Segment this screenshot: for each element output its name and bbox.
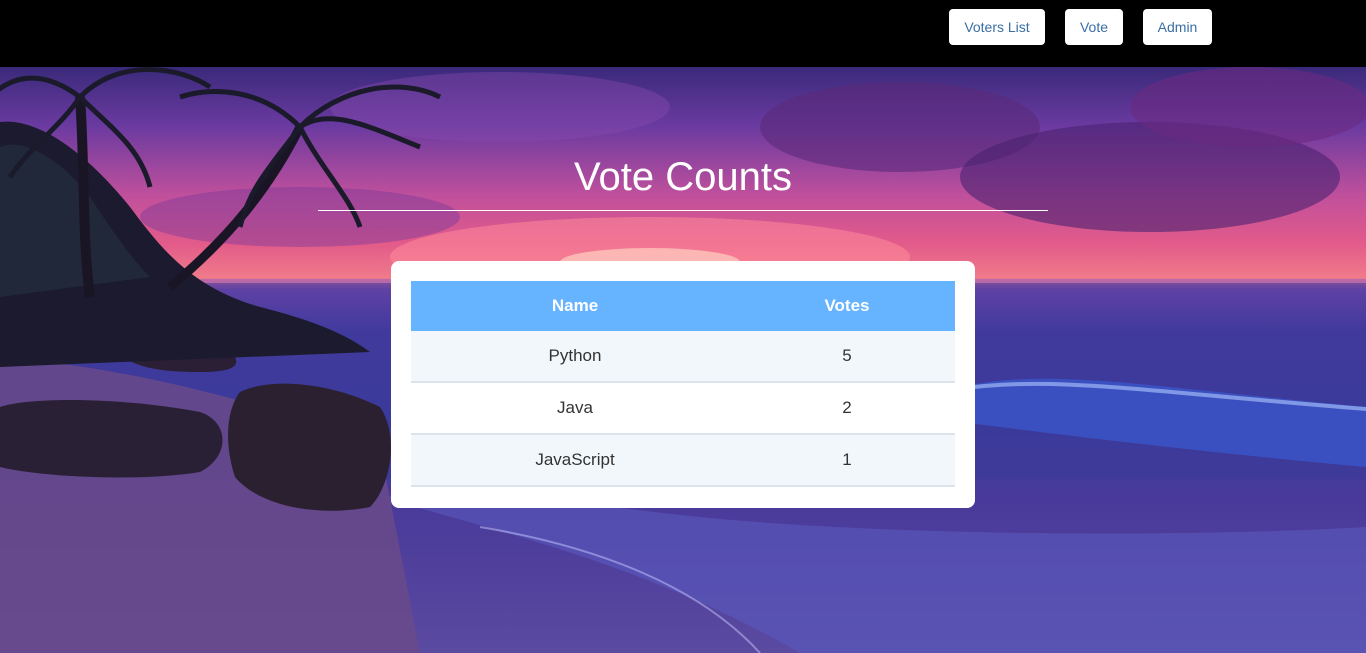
page-title: Vote Counts: [574, 155, 792, 199]
vote-counts-card: Name Votes Python 5 Java 2 JavaScript 1: [391, 261, 975, 508]
candidate-name: Java: [411, 382, 739, 435]
column-header-votes: Votes: [739, 281, 955, 331]
candidate-name: JavaScript: [411, 434, 739, 487]
table-row: Java 2: [411, 382, 955, 435]
table-row: JavaScript 1: [411, 434, 955, 487]
candidate-name: Python: [411, 331, 739, 383]
admin-button[interactable]: Admin: [1143, 9, 1212, 45]
vote-counts-table: Name Votes Python 5 Java 2 JavaScript 1: [411, 281, 955, 487]
vote-count: 2: [739, 382, 955, 435]
vote-count: 1: [739, 434, 955, 487]
beach-sunset-background: Vote Counts Name Votes Python 5 Java 2 J…: [0, 67, 1366, 653]
vote-button[interactable]: Vote: [1065, 9, 1123, 45]
vote-count: 5: [739, 331, 955, 383]
top-navbar: Voters List Vote Admin: [0, 0, 1366, 67]
table-row: Python 5: [411, 331, 955, 383]
table-header-row: Name Votes: [411, 281, 955, 331]
title-divider: [318, 210, 1048, 211]
voters-list-button[interactable]: Voters List: [949, 9, 1045, 45]
column-header-name: Name: [411, 281, 739, 331]
